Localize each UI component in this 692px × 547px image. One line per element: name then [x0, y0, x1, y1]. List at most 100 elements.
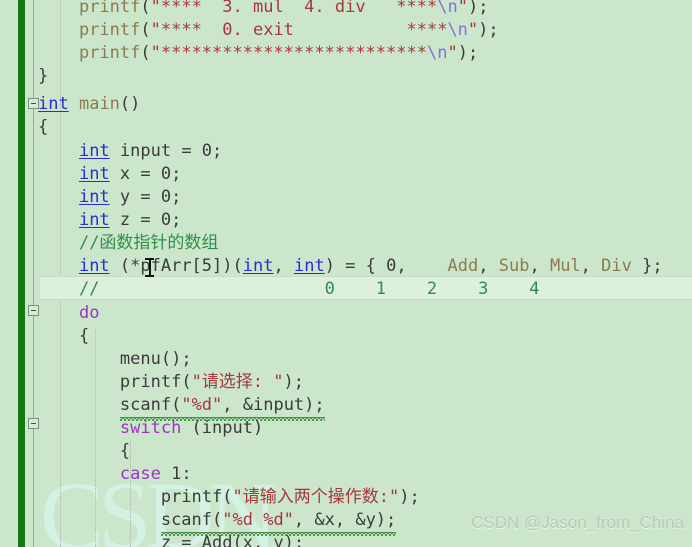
line-printf-stars[interactable]: printf("**************************\n"); — [0, 42, 692, 65]
csdn-attribution-watermark: CSDN @Jason_from_China — [471, 513, 684, 532]
code-token: () — [119, 94, 141, 114]
line-case-1[interactable]: case 1: — [0, 463, 692, 486]
code-token: 3. mul 4. div **** — [212, 0, 438, 17]
code-token: { — [38, 441, 131, 461]
code-token: (input) — [181, 418, 264, 438]
code-token: , — [396, 256, 448, 276]
code-token: switch — [119, 418, 182, 438]
code-token: (*pfArr[ — [109, 256, 202, 276]
code-token: ( — [212, 510, 223, 530]
code-token: , &x, &y); — [293, 510, 397, 530]
line-close-menu[interactable]: } — [0, 65, 692, 88]
code-token: 0 — [201, 141, 213, 161]
line-int-y[interactable]: int y = 0; — [0, 186, 692, 209]
code-token: , &input); — [222, 395, 325, 415]
code-token: x = — [109, 164, 161, 184]
code-token: ); — [457, 43, 479, 63]
line-printf-mul-div[interactable]: printf("**** 3. mul 4. div ****\n"); — [0, 0, 692, 19]
code-token: " — [457, 0, 468, 17]
code-token: ( — [171, 395, 182, 415]
code-token: Add — [201, 533, 233, 547]
code-token: 0 — [160, 210, 172, 230]
code-token: ); — [467, 0, 489, 17]
code-token: ( — [140, 0, 151, 17]
code-token: ( — [181, 372, 192, 392]
line-scanf-input[interactable]: scanf("%d", &input); — [0, 394, 692, 421]
code-token: "**** 0. exit **** — [150, 20, 448, 40]
code-token: input = — [109, 141, 202, 161]
line-do-open-brace[interactable]: { — [0, 325, 692, 348]
code-token: z = — [38, 533, 202, 547]
line-comment-indices[interactable]: // 0 1 2 3 4 — [0, 278, 692, 301]
line-int-main[interactable]: int main() — [0, 93, 692, 116]
code-token: \n — [447, 20, 468, 40]
code-token: ( — [140, 43, 151, 63]
line-comment-fnptr-array[interactable]: //函数指针的数组 — [0, 232, 692, 255]
line-menu-call[interactable]: menu(); — [0, 348, 692, 371]
code-token: int — [242, 256, 274, 276]
code-token: 0 — [160, 187, 172, 207]
code-token: , — [478, 256, 499, 276]
code-token: (x, y); — [232, 533, 305, 547]
line-printf-exit[interactable]: printf("**** 0. exit ****\n"); — [0, 19, 692, 42]
code-token: , — [273, 256, 294, 276]
code-token: ); — [283, 372, 304, 392]
line-do[interactable]: do — [0, 302, 692, 325]
code-token: "请输入两个操作数:" — [232, 487, 400, 507]
error-squiggle-underline: scanf("%d", &input); — [119, 394, 325, 421]
code-token: ; — [171, 210, 182, 230]
line-int-x[interactable]: int x = 0; — [0, 163, 692, 186]
line-int-z[interactable]: int z = 0; — [0, 209, 692, 232]
code-token: printf — [119, 372, 182, 392]
code-token: Add — [447, 256, 479, 276]
error-squiggle-underline: scanf("%d %d", &x, &y); — [160, 509, 397, 536]
code-token: z = — [109, 210, 161, 230]
line-int-input[interactable]: int input = 0; — [0, 140, 692, 163]
code-token: do — [78, 303, 100, 323]
line-switch[interactable]: switch (input) — [0, 417, 692, 440]
code-text-area[interactable]: printf("**** 3. mul 4. div ****\n"); pri… — [0, 0, 692, 547]
code-token: (); — [160, 349, 192, 369]
code-token: Sub — [498, 256, 530, 276]
code-token: "**** — [150, 0, 213, 17]
code-token: menu — [119, 349, 161, 369]
code-token: int — [78, 164, 110, 184]
code-token: \n — [426, 43, 448, 63]
line-z-add[interactable]: z = Add(x, y); — [0, 532, 692, 547]
code-token: }; — [631, 256, 663, 276]
code-token: printf — [78, 0, 141, 17]
code-token: int — [78, 256, 110, 276]
line-printf-choose[interactable]: printf("请选择: "); — [0, 371, 692, 394]
line-pfarr-declaration[interactable]: int (*pfArr[5])(int, int) = { 0, Add, Su… — [0, 255, 692, 278]
code-token: scanf — [119, 395, 172, 415]
code-token: ( — [222, 487, 233, 507]
line-switch-open-brace[interactable]: { — [0, 440, 692, 463]
code-token: " — [447, 43, 458, 63]
code-token: ; — [212, 141, 223, 161]
code-token: int — [38, 94, 69, 114]
code-token: ); — [399, 487, 420, 507]
code-token: int — [78, 141, 110, 161]
code-token: int — [78, 187, 110, 207]
line-printf-two-operands[interactable]: printf("请输入两个操作数:"); — [0, 486, 692, 509]
code-token: ; — [171, 164, 182, 184]
code-token: : — [181, 464, 192, 484]
code-token: ) = { — [324, 256, 387, 276]
code-token: 0 — [160, 164, 172, 184]
line-main-open-brace[interactable]: { — [0, 116, 692, 139]
code-token: Mul — [549, 256, 581, 276]
code-token: printf — [160, 487, 223, 507]
